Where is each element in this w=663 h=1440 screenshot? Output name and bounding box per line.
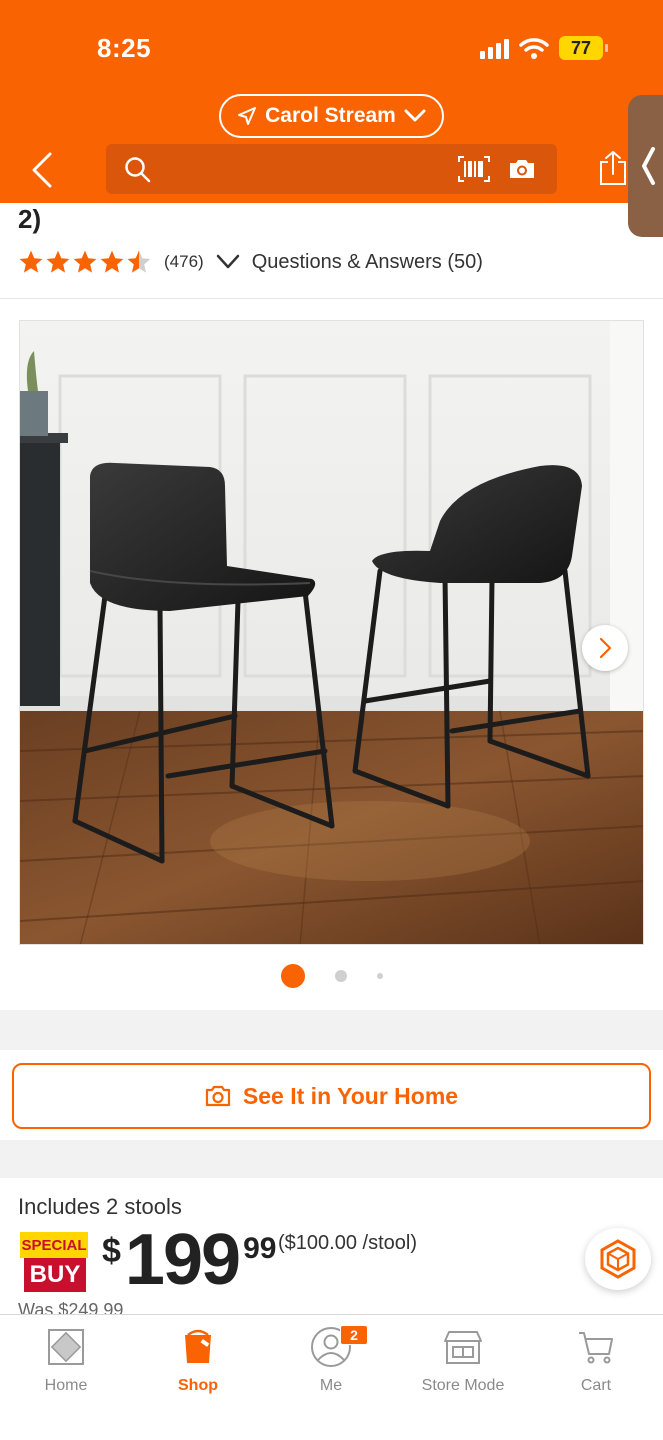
review-count[interactable]: (476) (164, 252, 204, 272)
questions-answers-link[interactable]: Questions & Answers (50) (252, 251, 483, 274)
store-name: Carol Stream (265, 104, 396, 127)
user-icon: 2 (310, 1325, 368, 1369)
nav-store-mode-label: Store Mode (421, 1377, 505, 1394)
price-cents: 99 (243, 1232, 277, 1265)
rating-row[interactable]: (476) Questions & Answers (50) (18, 246, 483, 278)
nav-home-label: Home (44, 1377, 88, 1394)
was-price: Was $249.99 (18, 1300, 124, 1314)
special-buy-top: SPECIAL (20, 1232, 88, 1258)
gallery-dot-active[interactable] (280, 964, 305, 988)
star-icon (100, 250, 124, 273)
product-image[interactable] (19, 320, 644, 945)
nav-home[interactable]: Home (0, 1325, 132, 1395)
status-indicators: 77 (480, 36, 608, 60)
star-icon (73, 250, 97, 273)
location-arrow-icon (238, 107, 257, 125)
chevron-right-icon (599, 637, 612, 659)
chevron-left-icon (32, 152, 52, 188)
next-image-button[interactable] (582, 625, 628, 671)
price: $ 199 99 (102, 1224, 276, 1296)
share-button[interactable] (598, 150, 628, 191)
unit-price: ($100.00 /stool) (278, 1232, 417, 1254)
store-icon (443, 1325, 483, 1369)
search-icon (125, 157, 151, 183)
see-it-in-your-home-button[interactable]: See It in Your Home (12, 1063, 651, 1129)
app-header: 8:25 77 Carol Stream (0, 0, 663, 203)
gallery-dots (0, 964, 663, 988)
back-button[interactable] (30, 150, 62, 190)
divider (0, 298, 663, 299)
nav-store-mode[interactable]: Store Mode (397, 1325, 529, 1395)
price-dollars: 199 (124, 1220, 241, 1300)
star-icon (19, 250, 43, 273)
assistant-button[interactable] (585, 1228, 651, 1290)
search-bar[interactable] (106, 144, 557, 194)
section-spacer (0, 1140, 663, 1178)
gallery-dot[interactable] (334, 970, 347, 982)
price-currency: $ (102, 1232, 121, 1270)
section-spacer (0, 1010, 663, 1050)
bottom-nav: Home Shop 2 Me Store Mode Cart (0, 1314, 663, 1440)
cart-icon (578, 1325, 614, 1369)
star-icon (46, 250, 70, 273)
star-half-icon (127, 250, 151, 273)
product-title: 2) (18, 204, 42, 234)
nav-shop-label: Shop (178, 1377, 218, 1394)
chevron-down-icon (404, 109, 426, 122)
battery-indicator: 77 (559, 36, 608, 60)
nav-cart-label: Cart (580, 1377, 612, 1394)
barcode-scanner-icon[interactable] (458, 156, 490, 182)
nav-shop[interactable]: Shop (132, 1325, 264, 1395)
nav-cart[interactable]: Cart (530, 1325, 662, 1395)
magic-apron-icon (600, 1239, 636, 1279)
store-selector[interactable]: Carol Stream (219, 94, 444, 138)
nav-me[interactable]: 2 Me (265, 1325, 397, 1395)
chevron-down-icon[interactable] (216, 254, 240, 270)
wifi-icon (519, 38, 549, 59)
includes-text: Includes 2 stools (18, 1194, 182, 1219)
share-icon (600, 151, 626, 185)
gallery-dot[interactable] (376, 973, 383, 979)
special-buy-badge: SPECIAL BUY (20, 1232, 88, 1294)
home-depot-logo-icon (48, 1325, 84, 1369)
status-time: 8:25 (97, 33, 152, 63)
notification-badge: 2 (340, 1325, 368, 1345)
chevron-left-icon (642, 147, 655, 185)
ar-camera-icon (205, 1085, 231, 1107)
special-buy-bottom: BUY (24, 1258, 86, 1292)
side-drawer-tab[interactable] (628, 95, 663, 237)
search-input[interactable] (166, 152, 446, 186)
camera-icon[interactable] (508, 158, 536, 180)
product-photo (20, 321, 643, 944)
cellular-signal-icon (480, 37, 509, 59)
see-it-label: See It in Your Home (242, 1082, 459, 1109)
nav-me-label: Me (319, 1377, 343, 1394)
shop-bucket-icon (182, 1325, 214, 1369)
star-rating (18, 249, 152, 275)
